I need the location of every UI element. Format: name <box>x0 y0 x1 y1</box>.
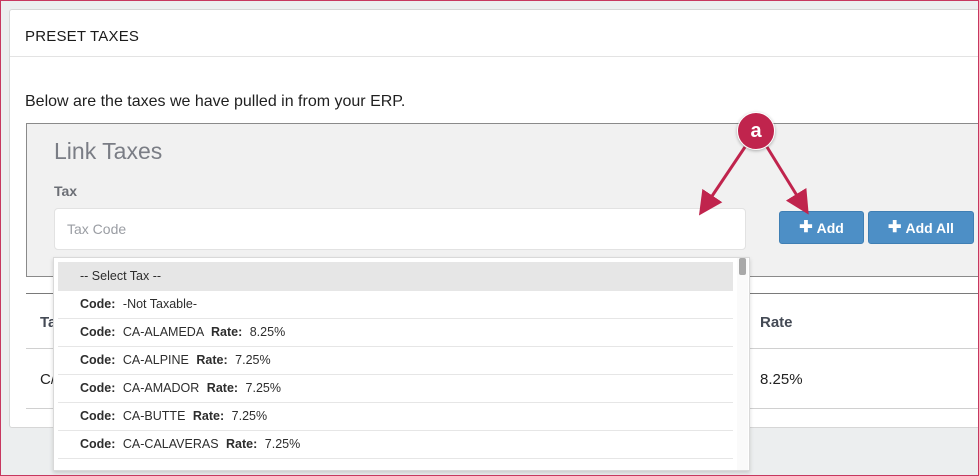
tax-label: Tax <box>54 183 78 199</box>
option-code-label: Code: <box>80 409 116 423</box>
option-rate-label: Rate: <box>192 409 225 423</box>
table-row-rate: 8.25% <box>760 371 803 388</box>
option-code-label: Code: <box>80 381 116 395</box>
option-rate-label: Rate: <box>210 325 243 339</box>
option-rate-label: Rate: <box>226 437 258 451</box>
link-taxes-title: Link Taxes <box>54 138 163 164</box>
tax-option[interactable]: Code: CA-ALAMEDA Rate: 8.25% <box>58 319 733 347</box>
tax-option[interactable]: Code: CA-AMADOR Rate: 7.25% <box>58 375 733 403</box>
option-rate: 7.25% <box>264 437 301 451</box>
option-code-label: Code: <box>80 353 116 367</box>
screenshot-frame: PRESET TAXES Below are the taxes we have… <box>0 0 979 476</box>
tax-option[interactable]: Code: CA-BUTTE Rate: 7.25% <box>58 403 733 431</box>
tax-code-input[interactable] <box>54 208 746 250</box>
option-rate: 7.25% <box>245 381 281 395</box>
add-button[interactable]: ✚ Add <box>779 211 864 244</box>
link-taxes-panel: Link Taxes Tax ✚ Add ✚ Add All <box>26 123 978 277</box>
intro-text: Below are the taxes we have pulled in fr… <box>25 93 406 110</box>
option-rate: 7.25% <box>231 409 268 423</box>
plus-icon: ✚ <box>888 218 902 236</box>
option-code-label: Code: <box>80 297 116 311</box>
option-rate-label: Rate: <box>206 381 239 395</box>
option-code-label: Code: <box>80 325 116 339</box>
card-header: PRESET TAXES <box>10 10 978 57</box>
option-code: CA-BUTTE <box>122 409 186 423</box>
tax-option[interactable]: Code: CA-ALPINE Rate: 7.25% <box>58 347 733 375</box>
option-code: CA-CALAVERAS <box>122 437 219 451</box>
tax-option-select-placeholder[interactable]: -- Select Tax -- <box>58 262 733 291</box>
scrollbar-thumb[interactable] <box>739 258 746 275</box>
option-code: -Not Taxable- <box>122 297 198 311</box>
option-code-label: Code: <box>80 437 116 451</box>
column-header-rate: Rate <box>760 314 793 331</box>
tax-option-list: -- Select Tax -- Code: -Not Taxable- Cod… <box>54 258 737 459</box>
add-button-label: Add <box>816 219 844 236</box>
tax-option[interactable]: Code: -Not Taxable- <box>58 291 733 319</box>
tax-dropdown[interactable]: -- Select Tax -- Code: -Not Taxable- Cod… <box>53 257 750 471</box>
dropdown-scrollbar[interactable] <box>737 258 748 470</box>
option-code: CA-ALAMEDA <box>122 325 204 339</box>
option-text: -- Select Tax -- <box>80 269 162 283</box>
add-all-button-label: Add All <box>905 219 954 236</box>
option-code: CA-AMADOR <box>122 381 200 395</box>
option-rate: 8.25% <box>249 325 286 339</box>
plus-icon: ✚ <box>799 218 813 236</box>
option-code: CA-ALPINE <box>122 353 189 367</box>
option-rate-label: Rate: <box>196 353 228 367</box>
annotation-callout-badge: a <box>737 112 775 150</box>
option-rate: 7.25% <box>235 353 271 367</box>
card-title: PRESET TAXES <box>25 28 140 45</box>
add-all-button[interactable]: ✚ Add All <box>868 211 974 244</box>
tax-option[interactable]: Code: CA-CALAVERAS Rate: 7.25% <box>58 431 733 459</box>
